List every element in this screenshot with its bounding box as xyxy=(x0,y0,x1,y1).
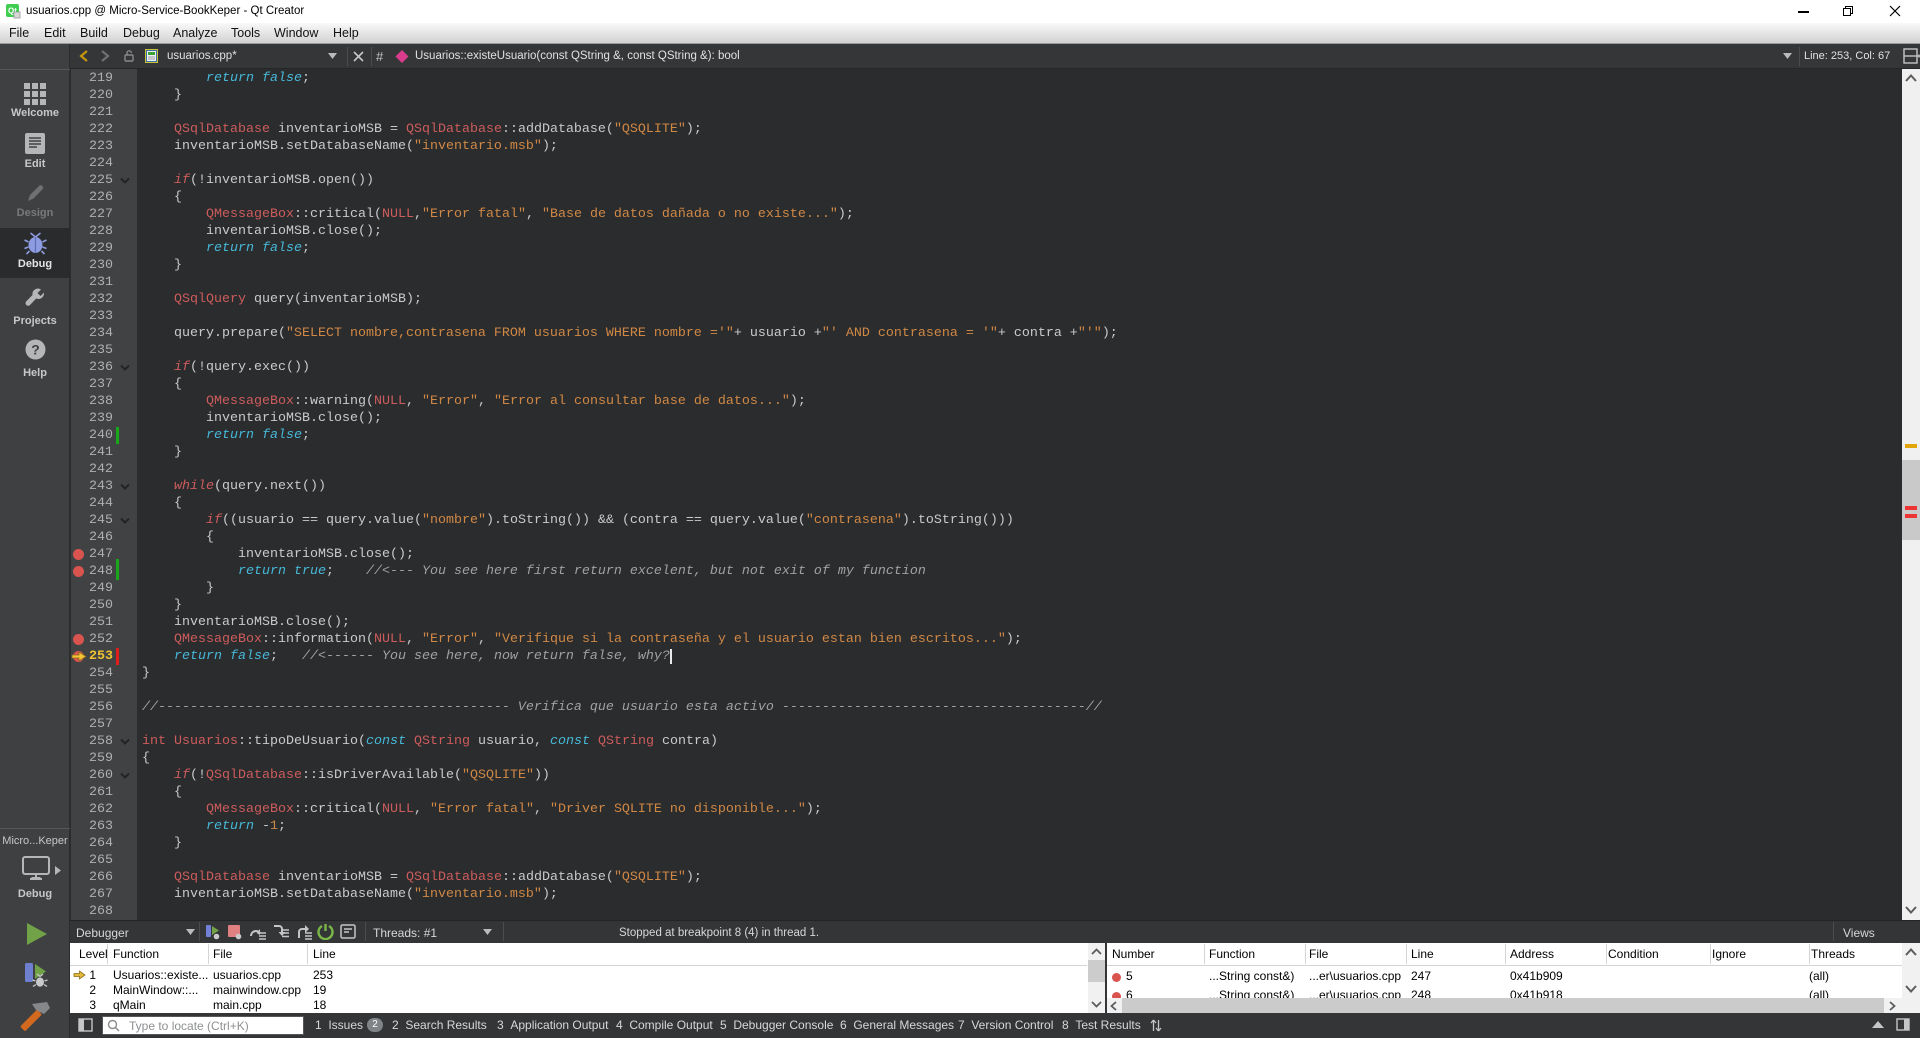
svg-text:?: ? xyxy=(31,342,40,358)
